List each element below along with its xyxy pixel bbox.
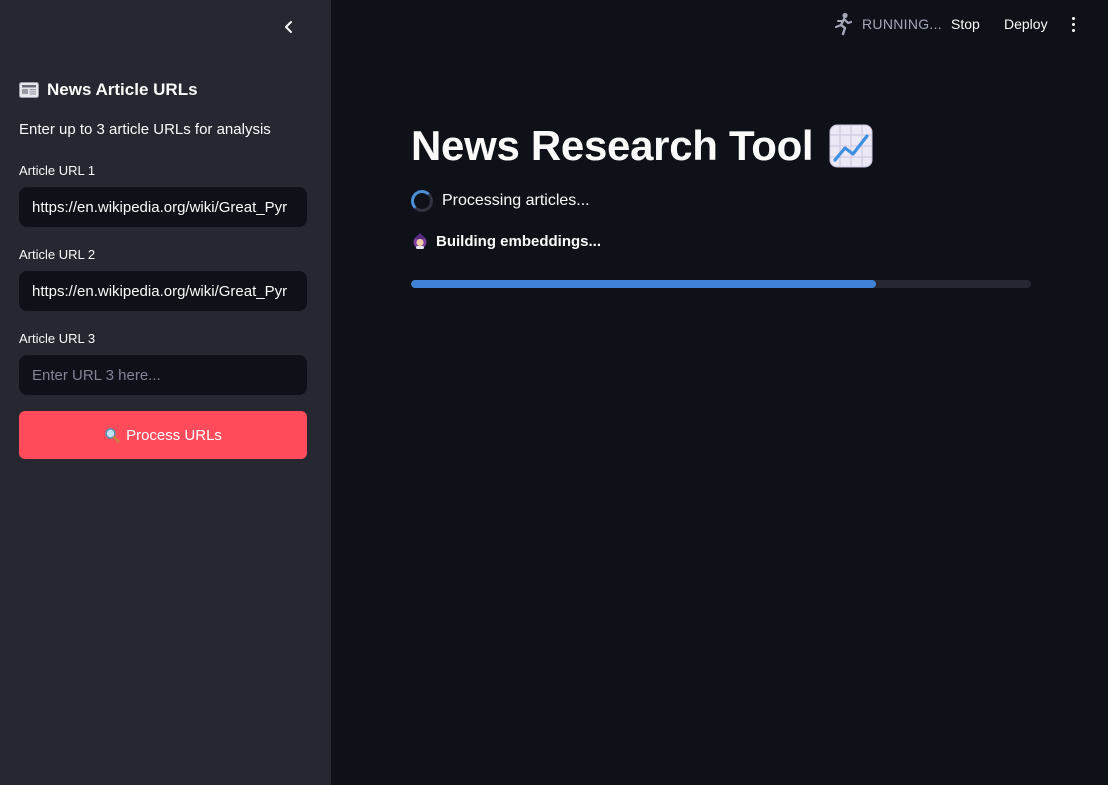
sidebar-description: Enter up to 3 article URLs for analysis [19, 121, 271, 138]
sidebar-header: News Article URLs [19, 80, 198, 100]
sidebar: News Article URLs Enter up to 3 article … [0, 0, 331, 785]
page-title: News Research Tool [411, 122, 873, 170]
more-vertical-icon-dot [1071, 22, 1075, 26]
collapse-sidebar-button[interactable] [276, 14, 302, 40]
article-url-2-input[interactable] [19, 271, 307, 311]
status-message: Building embeddings... [411, 232, 601, 250]
newspaper-icon [19, 82, 39, 98]
spinner-icon [411, 190, 433, 212]
article-url-3-input[interactable] [19, 355, 307, 395]
article-url-3-label: Article URL 3 [19, 331, 96, 346]
more-vertical-icon [1071, 16, 1075, 20]
more-vertical-icon-dot [1071, 28, 1075, 32]
progress-bar [411, 280, 1031, 288]
article-url-2-label: Article URL 2 [19, 247, 96, 262]
status-text: Building embeddings... [436, 232, 601, 250]
main-menu-button[interactable] [1064, 13, 1082, 35]
running-status-text: RUNNING... [862, 16, 942, 32]
chevron-left-icon [285, 21, 292, 33]
article-url-1-input[interactable] [19, 187, 307, 227]
process-urls-label: Process URLs [126, 426, 222, 444]
magnifier-icon [105, 428, 120, 443]
stop-button[interactable]: Stop [951, 16, 980, 32]
running-status: RUNNING... [832, 12, 942, 36]
progress-bar-fill [411, 280, 876, 288]
chart-increasing-icon [829, 124, 873, 168]
processing-text: Processing articles... [442, 192, 590, 209]
processing-spinner-row: Processing articles... [411, 190, 590, 212]
page-title-text: News Research Tool [411, 122, 814, 169]
article-url-1-label: Article URL 1 [19, 163, 96, 178]
deploy-button[interactable]: Deploy [1004, 16, 1048, 32]
running-man-icon [834, 12, 853, 36]
process-urls-button[interactable]: Process URLs [19, 411, 307, 459]
sidebar-header-text: News Article URLs [47, 80, 198, 99]
wizard-icon [413, 233, 427, 249]
